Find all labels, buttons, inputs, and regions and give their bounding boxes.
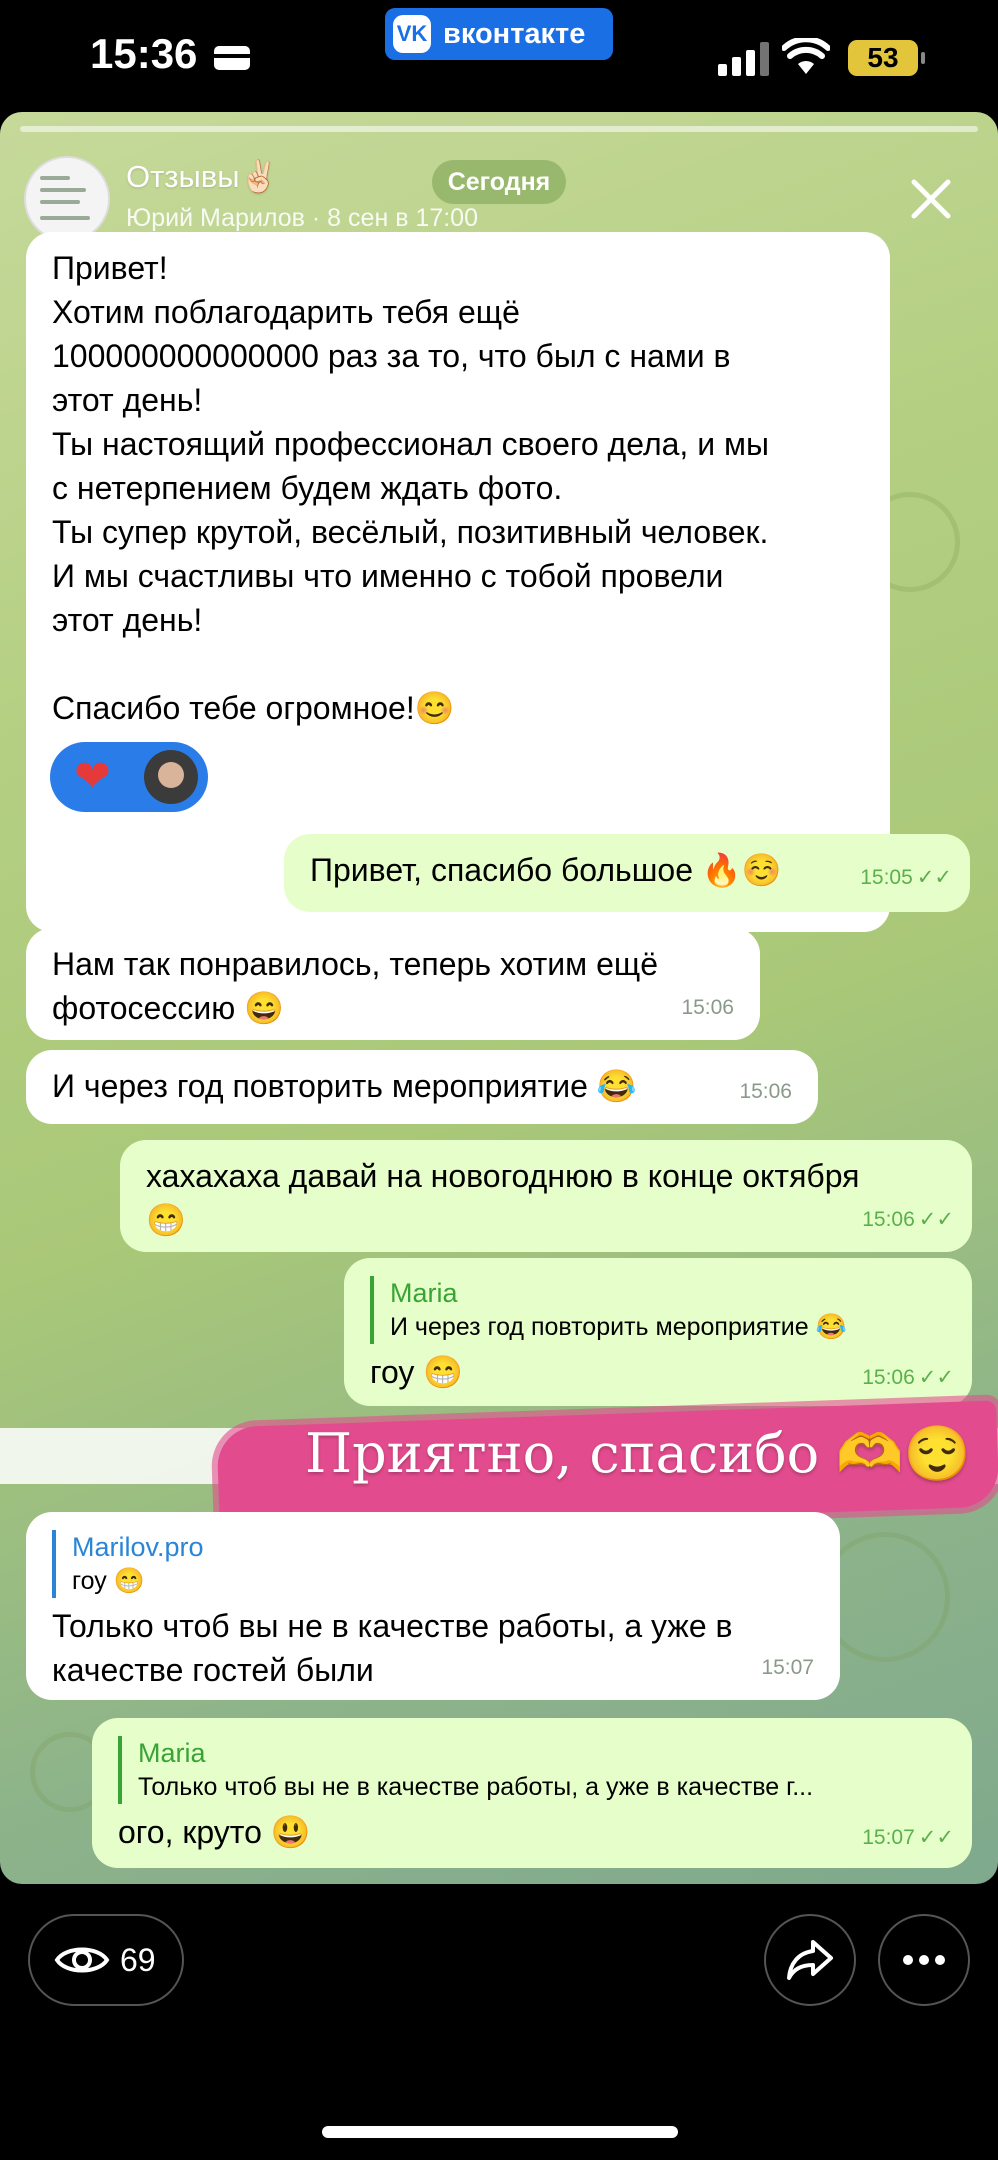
message-bubble-incoming[interactable]: И через год повторить мероприятие 😂 15:0… [26, 1050, 818, 1124]
message-line: Спасибо тебе огромное!😊 [52, 690, 455, 726]
wifi-icon [782, 38, 830, 74]
message-time: 15:06 [681, 996, 734, 1019]
message-time-text: 15:06 [862, 1366, 915, 1389]
message-line: Привет! [52, 250, 168, 286]
message-line: 😁 [146, 1202, 186, 1238]
reply-author: Maria [390, 1278, 458, 1308]
reply-text: Только чтоб вы не в качестве работы, а у… [138, 1773, 814, 1801]
sticker-text: Приятно, спасибо 🫶😌 [305, 1422, 971, 1485]
message-time: 15:05 ✓✓ [860, 856, 952, 900]
message-text: Привет, спасибо большое 🔥☺️ [310, 852, 782, 888]
message-time: 15:06 [739, 1080, 792, 1103]
message-time: 15:06 ✓✓ [862, 1356, 954, 1400]
message-time-text: 15:07 [862, 1826, 915, 1849]
story-progress-bar [20, 126, 978, 132]
close-icon[interactable] [906, 174, 956, 224]
views-button[interactable]: 69 [28, 1914, 184, 2006]
sim-icon [214, 46, 250, 70]
message-bubble-incoming[interactable]: Marilov.pro гоу 😁 Только чтоб вы не в ка… [26, 1512, 840, 1700]
more-button[interactable] [878, 1914, 970, 2006]
app-badge-label: вконтакте [443, 17, 586, 50]
story-avatar[interactable] [24, 156, 110, 242]
status-bar: 15:36 VK вконтакте 53 [0, 0, 998, 120]
share-icon [787, 1940, 833, 1980]
read-ticks-icon: ✓✓ [918, 1208, 954, 1231]
message-time: 15:07 ✓✓ [862, 1816, 954, 1860]
share-button[interactable] [764, 1914, 856, 2006]
status-time: 15:36 [90, 30, 198, 77]
message-line: этот день! [52, 382, 203, 418]
message-time: 15:07 [761, 1656, 814, 1679]
message-text: ого, круто 😃 [118, 1814, 311, 1850]
vk-logo-icon: VK [393, 15, 431, 53]
message-bubble-incoming[interactable]: Нам так понравилось, теперь хотим ещё фо… [26, 928, 760, 1040]
message-time-text: 15:05 [860, 866, 913, 889]
message-line: фотосессию 😄 [52, 990, 284, 1026]
read-ticks-icon: ✓✓ [916, 866, 952, 889]
message-line: качестве гостей были [52, 1652, 374, 1688]
reply-author: Marilov.pro [72, 1532, 204, 1562]
message-time-text: 15:06 [862, 1208, 915, 1231]
reply-quote[interactable]: Marilov.pro гоу 😁 [52, 1530, 818, 1598]
reply-text: гоу 😁 [72, 1567, 145, 1595]
heart-reaction-icon[interactable]: ❤ [74, 750, 128, 804]
message-bubble-outgoing[interactable]: Привет, спасибо большое 🔥☺️ 15:05 ✓✓ [284, 834, 970, 912]
more-icon [903, 1955, 945, 1965]
message-line: И мы счастливы что именно с тобой провел… [52, 558, 724, 594]
reply-text: И через год повторить мероприятие 😂 [390, 1313, 847, 1341]
message-bubble-incoming[interactable]: Привет! Хотим поблагодарить тебя ещё 100… [26, 232, 890, 932]
story-card[interactable]: Отзывы✌🏻 Юрий Марилов · 8 сен в 17:00 Се… [0, 112, 998, 1884]
vk-app-badge[interactable]: VK вконтакте [385, 8, 613, 60]
message-time: 15:06 ✓✓ [862, 1198, 954, 1242]
views-count: 69 [120, 1941, 156, 1978]
read-ticks-icon: ✓✓ [918, 1366, 954, 1389]
reactor-avatar[interactable] [144, 750, 198, 804]
message-line: Только чтоб вы не в качестве работы, а у… [52, 1608, 733, 1644]
reactions-pill[interactable]: ❤ [50, 742, 208, 812]
message-bubble-outgoing[interactable]: Maria И через год повторить мероприятие … [344, 1258, 972, 1406]
message-line: с нетерпением будем ждать фото. [52, 470, 563, 506]
reply-quote[interactable]: Maria И через год повторить мероприятие … [370, 1276, 950, 1344]
home-indicator[interactable] [322, 2126, 678, 2138]
reply-quote[interactable]: Maria Только чтоб вы не в качестве работ… [118, 1736, 950, 1804]
read-ticks-icon: ✓✓ [918, 1826, 954, 1849]
message-bubble-outgoing[interactable]: Maria Только чтоб вы не в качестве работ… [92, 1718, 972, 1868]
date-chip: Сегодня [432, 160, 566, 204]
story-author-time: Юрий Марилов · 8 сен в 17:00 [126, 204, 478, 232]
story-title[interactable]: Отзывы✌🏻 [126, 158, 278, 195]
message-line [52, 642, 868, 686]
battery-level: 53 [867, 42, 899, 73]
message-line: этот день! [52, 602, 203, 638]
signal-icon [718, 42, 770, 76]
message-bubble-outgoing[interactable]: хахахаха давай на новогоднюю в конце окт… [120, 1140, 972, 1252]
battery-icon: 53 [848, 40, 925, 76]
eye-icon [54, 1947, 110, 1973]
message-line: 100000000000000 раз за то, что был с нам… [52, 338, 731, 374]
message-text: И через год повторить мероприятие 😂 [52, 1068, 637, 1104]
reply-author: Maria [138, 1738, 206, 1768]
message-line: Нам так понравилось, теперь хотим ещё [52, 946, 658, 982]
message-line: Ты настоящий профессионал своего дела, и… [52, 426, 769, 462]
message-line: Хотим поблагодарить тебя ещё [52, 294, 520, 330]
message-line: Ты супер крутой, весёлый, позитивный чел… [52, 514, 769, 550]
message-line: хахахаха давай на новогоднюю в конце окт… [146, 1158, 860, 1194]
